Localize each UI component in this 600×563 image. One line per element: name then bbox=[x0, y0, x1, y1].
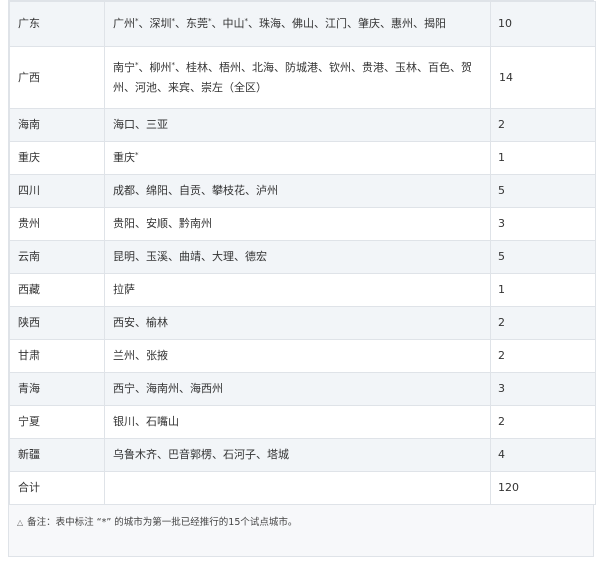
table-row: 海南 海口、三亚 2 bbox=[9, 108, 596, 142]
province-cell: 重庆 bbox=[9, 141, 105, 175]
table-container: 广东 广州*、深圳*、东莞*、中山*、珠海、佛山、江门、肇庆、惠州、揭阳 10 … bbox=[8, 0, 596, 557]
province-cell: 云南 bbox=[9, 240, 105, 274]
table-row: 陕西 西安、榆林 2 bbox=[9, 306, 596, 340]
province-cell: 宁夏 bbox=[9, 405, 105, 439]
table-row: 重庆 重庆* 1 bbox=[9, 141, 596, 175]
total-empty-cell bbox=[104, 471, 491, 505]
province-cell: 广西 bbox=[9, 46, 105, 109]
province-cell: 海南 bbox=[9, 108, 105, 142]
cities-cell: 西宁、海南州、海西州 bbox=[104, 372, 491, 406]
pilot-cities-table: 广东 广州*、深圳*、东莞*、中山*、珠海、佛山、江门、肇庆、惠州、揭阳 10 … bbox=[9, 1, 596, 505]
count-cell: 1 bbox=[490, 141, 596, 175]
table-row: 四川 成都、绵阳、自贡、攀枝花、泸州 5 bbox=[9, 174, 596, 208]
cities-cell: 海口、三亚 bbox=[104, 108, 491, 142]
cities-cell: 昆明、玉溪、曲靖、大理、德宏 bbox=[104, 240, 491, 274]
province-cell: 甘肃 bbox=[9, 339, 105, 373]
table-row: 青海 西宁、海南州、海西州 3 bbox=[9, 372, 596, 406]
table-row: 云南 昆明、玉溪、曲靖、大理、德宏 5 bbox=[9, 240, 596, 274]
footnote-text: 备注：表中标注 “*” 的城市为第一批已经推行的15个试点城市。 bbox=[27, 517, 298, 528]
table-row: 西藏 拉萨 1 bbox=[9, 273, 596, 307]
count-cell: 14 bbox=[490, 46, 596, 109]
count-cell: 2 bbox=[490, 108, 596, 142]
count-cell: 3 bbox=[490, 372, 596, 406]
cities-cell: 乌鲁木齐、巴音郭楞、石河子、塔城 bbox=[104, 438, 491, 472]
cities-cell: 西安、榆林 bbox=[104, 306, 491, 340]
table-footnote: △ 备注：表中标注 “*” 的城市为第一批已经推行的15个试点城市。 bbox=[17, 514, 297, 528]
count-cell: 5 bbox=[490, 240, 596, 274]
count-cell: 2 bbox=[490, 405, 596, 439]
total-count: 120 bbox=[490, 471, 596, 505]
province-cell: 新疆 bbox=[9, 438, 105, 472]
count-cell: 10 bbox=[490, 1, 596, 47]
cities-cell: 广州*、深圳*、东莞*、中山*、珠海、佛山、江门、肇庆、惠州、揭阳 bbox=[104, 1, 491, 47]
cities-cell: 银川、石嘴山 bbox=[104, 405, 491, 439]
table-row: 广东 广州*、深圳*、东莞*、中山*、珠海、佛山、江门、肇庆、惠州、揭阳 10 bbox=[9, 1, 596, 47]
triangle-icon: △ bbox=[17, 518, 24, 527]
province-cell: 广东 bbox=[9, 1, 105, 47]
cities-cell: 贵阳、安顺、黔南州 bbox=[104, 207, 491, 241]
count-cell: 2 bbox=[490, 306, 596, 340]
table-row: 广西 南宁*、柳州*、桂林、梧州、北海、防城港、钦州、贵港、玉林、百色、贺 州、河… bbox=[9, 46, 596, 109]
table-row: 贵州 贵阳、安顺、黔南州 3 bbox=[9, 207, 596, 241]
count-cell: 1 bbox=[490, 273, 596, 307]
province-cell: 西藏 bbox=[9, 273, 105, 307]
total-row: 合计 120 bbox=[9, 471, 596, 505]
table-row: 宁夏 银川、石嘴山 2 bbox=[9, 405, 596, 439]
province-cell: 贵州 bbox=[9, 207, 105, 241]
count-cell: 5 bbox=[490, 174, 596, 208]
cities-cell: 成都、绵阳、自贡、攀枝花、泸州 bbox=[104, 174, 491, 208]
count-cell: 4 bbox=[490, 438, 596, 472]
province-cell: 陕西 bbox=[9, 306, 105, 340]
count-cell: 2 bbox=[490, 339, 596, 373]
table-row: 甘肃 兰州、张掖 2 bbox=[9, 339, 596, 373]
cities-cell: 兰州、张掖 bbox=[104, 339, 491, 373]
province-cell: 青海 bbox=[9, 372, 105, 406]
cities-cell: 重庆* bbox=[104, 141, 491, 175]
table-row: 新疆 乌鲁木齐、巴音郭楞、石河子、塔城 4 bbox=[9, 438, 596, 472]
province-cell: 四川 bbox=[9, 174, 105, 208]
total-label: 合计 bbox=[9, 471, 105, 505]
count-cell: 3 bbox=[490, 207, 596, 241]
cities-cell: 拉萨 bbox=[104, 273, 491, 307]
cities-cell: 南宁*、柳州*、桂林、梧州、北海、防城港、钦州、贵港、玉林、百色、贺 州、河池、来… bbox=[104, 46, 491, 109]
